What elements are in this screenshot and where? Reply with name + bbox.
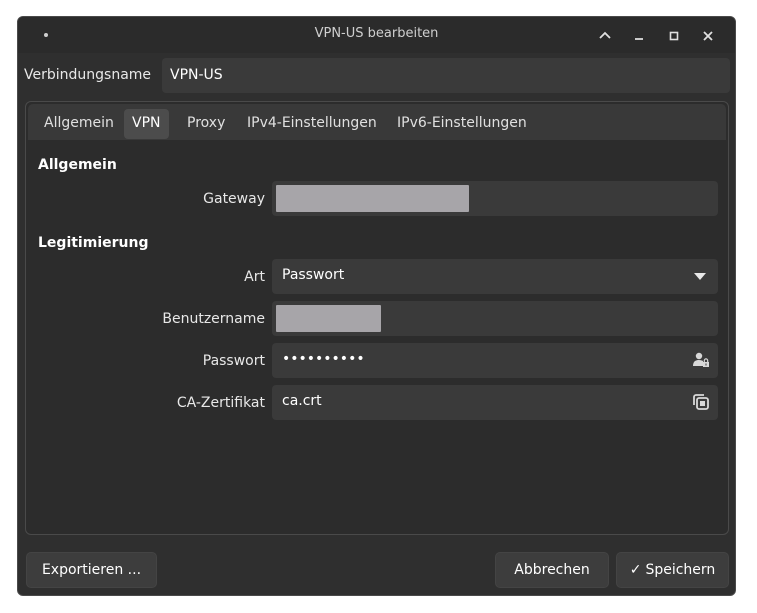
ca-certificate-value: ca.crt [282,393,322,409]
collapse-chevron-up-icon[interactable] [594,25,616,47]
tab-vpn[interactable]: VPN [124,109,169,139]
connection-name-label: Verbindungsname [24,67,152,83]
password-value: •••••••••• [282,351,365,367]
authentication-section-title: Legitimierung [38,235,149,251]
maximize-icon[interactable] [663,25,685,47]
username-input[interactable] [272,301,718,336]
ca-certificate-input[interactable]: ca.crt [272,385,718,420]
auth-type-label: Art [244,269,265,285]
triangle-down-icon [694,273,706,280]
edit-connection-dialog: VPN-US bearbeiten Verbindungsname VPN-US… [17,16,736,596]
close-icon[interactable] [697,25,719,47]
minimize-icon[interactable] [628,25,650,47]
password-label: Passwort [202,353,265,369]
password-input[interactable]: •••••••••• [272,343,718,378]
save-button-label: Speichern [645,562,716,578]
gateway-input[interactable] [272,181,718,216]
cancel-button[interactable]: Abbrechen [495,552,609,588]
tab-general[interactable]: Allgemein [36,109,122,139]
redacted-gateway [276,185,469,212]
general-section-title: Allgemein [38,157,117,173]
user-lock-icon[interactable] [692,351,710,369]
tab-ipv4[interactable]: IPv4-Einstellungen [239,109,385,139]
auth-type-value: Passwort [282,267,345,283]
export-button[interactable]: Exportieren ... [26,552,157,588]
connection-name-input[interactable]: VPN-US [162,58,730,93]
gateway-label: Gateway [203,191,265,207]
checkmark-icon: ✓ [629,562,642,578]
save-button[interactable]: ✓ Speichern [616,552,729,588]
tab-ipv6[interactable]: IPv6-Einstellungen [389,109,535,139]
redacted-username [276,305,381,332]
username-label: Benutzername [162,311,265,327]
ca-certificate-label: CA-Zertifikat [176,395,265,411]
auth-type-dropdown[interactable]: Passwort [272,259,718,294]
title-bar[interactable]: VPN-US bearbeiten [18,17,735,53]
copy-files-icon[interactable] [692,393,710,411]
tab-proxy[interactable]: Proxy [179,109,233,139]
settings-notebook: Allgemein VPN Proxy IPv4-Einstellungen I… [25,101,729,535]
tab-bar: Allgemein VPN Proxy IPv4-Einstellungen I… [28,104,726,140]
